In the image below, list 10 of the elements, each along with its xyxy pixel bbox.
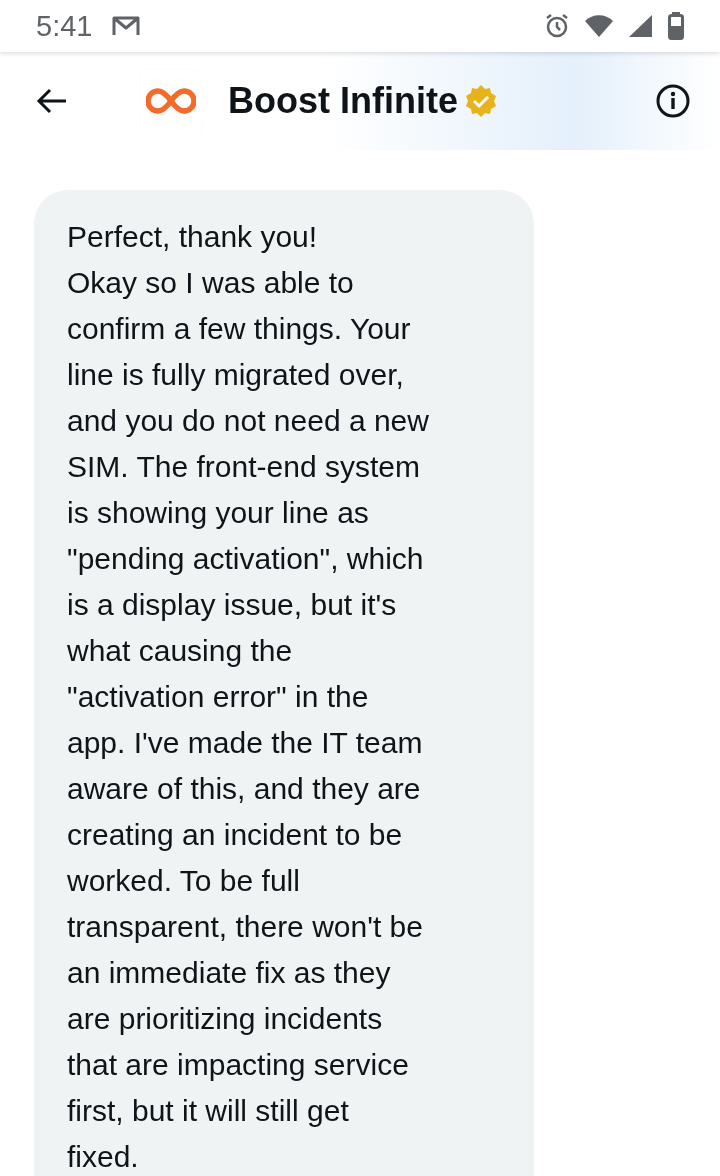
wifi-icon <box>584 14 614 38</box>
back-arrow-icon[interactable] <box>36 88 68 114</box>
alarm-icon <box>544 13 570 39</box>
chat-title: Boost Infinite <box>228 80 458 122</box>
message-bubble: Perfect, thank you! Okay so I was able to confirm a few things. Your line is fully migrated over, and you do not need a new SIM. The front-end system is showing your line as "pending activation", which is a display issue, but it's what causing the "activation error" in the app. I've made the IT team aware of this, and they are creating an incident to be worked. To be full transparent, there won't be an immediate fix as they are prioritizing incidents that are impacting service first, but it will still get fixed. <box>34 190 534 1176</box>
signal-icon <box>628 14 654 38</box>
clock-time: 5:41 <box>36 9 93 43</box>
battery-icon <box>668 12 684 40</box>
mail-icon <box>112 15 141 37</box>
info-icon[interactable] <box>656 84 690 118</box>
